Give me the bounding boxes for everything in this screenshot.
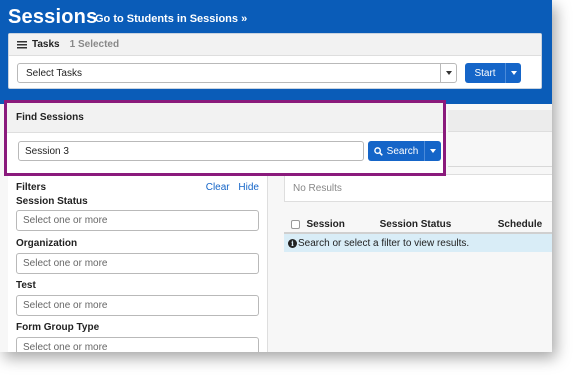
column-header-schedule[interactable]: Schedule [498, 219, 552, 230]
results-table: Session Session Status Schedule i Search… [284, 216, 552, 252]
select-all-checkbox[interactable] [290, 219, 300, 229]
select-all-cell [284, 219, 307, 229]
tasks-panel: Tasks 1 Selected Select Tasks Start [8, 33, 542, 89]
session-status-placeholder: Select one or more [23, 215, 108, 226]
start-button[interactable]: Start [465, 63, 505, 83]
hide-filters-link[interactable]: Hide [238, 182, 259, 193]
chevron-down-icon [430, 149, 436, 153]
filters-title: Filters [16, 182, 47, 193]
organization-placeholder: Select one or more [23, 258, 108, 269]
no-results-bar: No Results [284, 174, 552, 202]
right-panel-header [448, 110, 552, 132]
test-placeholder: Select one or more [23, 300, 108, 311]
form-group-type-select[interactable]: Select one or more [16, 337, 259, 352]
find-sessions-title: Find Sessions [7, 103, 443, 133]
start-dropdown-toggle[interactable] [505, 63, 521, 83]
session-status-label: Session Status [16, 196, 88, 207]
results-panel: No Results Session Session Status Schedu… [276, 174, 552, 352]
tasks-title: Tasks [32, 39, 60, 50]
select-tasks-value: Select Tasks [26, 67, 82, 79]
search-dropdown-toggle[interactable] [424, 141, 441, 161]
search-button[interactable]: Search [368, 141, 424, 161]
find-sessions-panel: Find Sessions Session 3 Search [4, 100, 446, 176]
tasks-selected-count: 1 Selected [69, 39, 120, 50]
chevron-down-icon [440, 64, 456, 82]
chevron-down-icon [510, 71, 517, 75]
clear-filters-link[interactable]: Clear [206, 182, 230, 193]
organization-label: Organization [16, 238, 78, 249]
column-header-session[interactable]: Session [307, 219, 380, 230]
info-message-row: i Search or select a filter to view resu… [284, 234, 552, 252]
go-to-students-link[interactable]: Go to Students in Sessions » [95, 13, 247, 25]
app-window: Sessions Go to Students in Sessions » Ta… [0, 0, 552, 352]
search-icon [373, 146, 383, 156]
page-title: Sessions [8, 6, 98, 28]
column-header-session-status[interactable]: Session Status [380, 219, 498, 230]
search-button-label: Search [386, 145, 419, 157]
select-tasks-dropdown[interactable]: Select Tasks [17, 63, 457, 83]
info-message: Search or select a filter to view result… [298, 237, 470, 249]
tasks-header: Tasks 1 Selected [9, 34, 541, 56]
table-header: Session Session Status Schedule [284, 216, 552, 234]
session-status-select[interactable]: Select one or more [16, 210, 259, 231]
test-select[interactable]: Select one or more [16, 295, 259, 316]
form-group-type-label: Form Group Type [16, 322, 100, 333]
test-label: Test [16, 280, 36, 291]
tasks-list-icon [17, 40, 27, 48]
session-search-input[interactable]: Session 3 [18, 141, 364, 161]
form-group-type-placeholder: Select one or more [23, 342, 108, 352]
organization-select[interactable]: Select one or more [16, 253, 259, 274]
session-search-value: Session 3 [25, 145, 69, 157]
filters-actions: Clear Hide [200, 182, 259, 193]
filters-panel: Filters Clear Hide Session Status Select… [8, 174, 268, 352]
divider [448, 166, 552, 167]
info-icon: i [288, 238, 297, 248]
